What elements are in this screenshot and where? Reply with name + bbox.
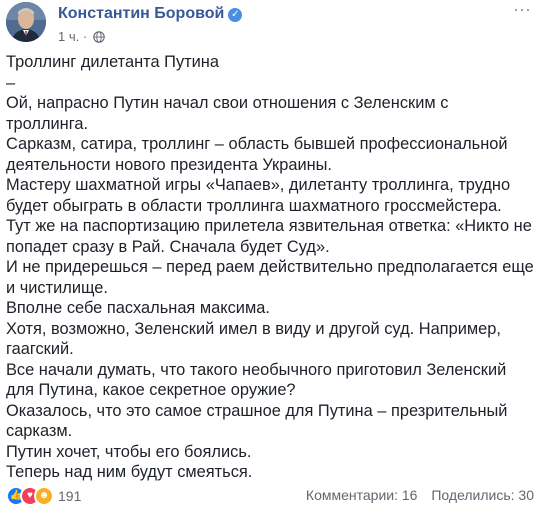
globe-icon[interactable] [93,31,105,43]
facebook-post: Константин Боровой ✓ 1 ч. · ··· Троллинг … [0,0,540,508]
post-paragraph: И не придерешься – перед раем действител… [6,258,534,297]
post-paragraph: Все начали думать, что такого необычного… [6,360,507,400]
author-name[interactable]: Константин Боровой [58,5,224,22]
post-paragraph: Мастеру шахматной игры «Чапаев», дилетан… [6,176,511,215]
post-header: Константин Боровой ✓ 1 ч. · ··· [6,0,534,50]
post-paragraph: Троллинг дилетанта Путина [6,53,219,71]
reactions-summary[interactable]: 👍 ♥ ☻ 191 [6,486,81,506]
author-avatar[interactable] [6,2,46,42]
post-timestamp[interactable]: 1 ч. [58,29,79,44]
post-paragraph: Вполне себе пасхальная максима. [6,299,270,317]
post-paragraph: Путин хочет, чтобы его боялись. [6,442,252,461]
post-content: Троллинг дилетанта Путина – Ой, напрасно… [6,52,534,483]
post-paragraph: Сарказм, сатира, троллинг – область бывш… [6,135,508,174]
reaction-count: 191 [58,488,82,504]
comments-count-link[interactable]: Комментарии: 16 [306,487,418,503]
post-options-icon[interactable]: ··· [512,0,532,18]
haha-icon: ☻ [34,486,54,506]
post-paragraph: Теперь над ним будут смеяться. [6,463,253,481]
post-paragraph: Оказалось, что это самое страшное для Пу… [6,401,508,441]
post-meta: 1 ч. · [58,29,105,44]
verified-badge-icon: ✓ [228,8,243,22]
post-stats: Комментарии: 16 Поделились: 30 [296,487,534,503]
post-footer: 👍 ♥ ☻ 191 Комментарии: 16 Поделились: 30 [6,484,534,506]
post-paragraph: Тут же на паспортизацию прилетела язвите… [6,217,532,256]
post-paragraph: Ой, напрасно Путин начал свои отношения … [6,94,449,133]
post-paragraph: – [6,73,16,92]
post-paragraph: Хотя, возможно, Зеленский имел в виду и … [6,319,501,359]
avatar-image [6,2,46,42]
shares-count-link[interactable]: Поделились: 30 [431,487,534,503]
author-name-link[interactable]: Константин Боровой ✓ [58,5,243,23]
